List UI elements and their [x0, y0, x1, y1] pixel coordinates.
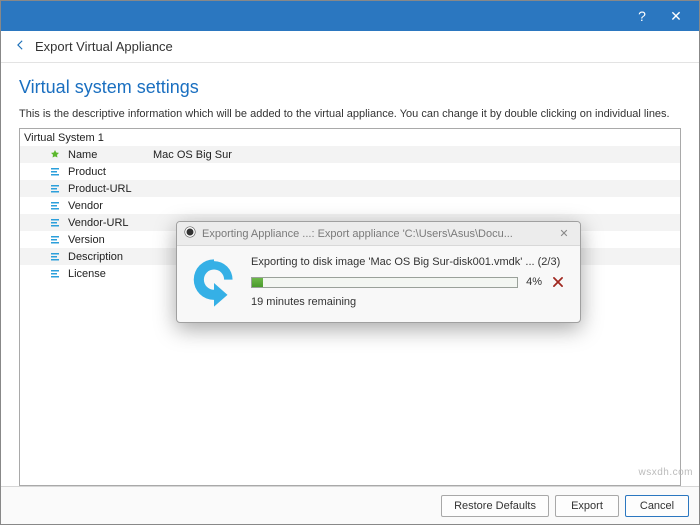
section-heading: Virtual system settings: [19, 77, 681, 98]
export-button[interactable]: Export: [555, 495, 619, 517]
system-group-label: Virtual System 1: [24, 132, 104, 144]
cancel-icon[interactable]: [550, 274, 566, 290]
row-label: Product-URL: [68, 183, 153, 195]
export-wizard-window: ? ✕ Export Virtual Appliance Virtual sys…: [0, 0, 700, 525]
help-button[interactable]: ?: [625, 1, 659, 31]
table-row[interactable]: Product-URL: [20, 180, 680, 197]
text-icon: [48, 182, 62, 196]
button-bar: Restore Defaults Export Cancel: [1, 486, 699, 524]
dialog-task-text: Exporting to disk image 'Mac OS Big Sur-…: [251, 256, 566, 268]
app-icon: [183, 225, 197, 242]
row-label: Vendor-URL: [68, 217, 153, 229]
close-button[interactable]: ✕: [659, 1, 693, 31]
window-titlebar: ? ✕: [1, 1, 699, 31]
table-row[interactable]: Name Mac OS Big Sur: [20, 146, 680, 163]
row-value: Mac OS Big Sur: [153, 149, 232, 161]
progress-dialog: Exporting Appliance ...: Export applianc…: [176, 221, 581, 323]
table-row[interactable]: Vendor: [20, 197, 680, 214]
progress-fill: [252, 278, 263, 287]
dialog-title: Exporting Appliance ...: Export applianc…: [202, 228, 513, 240]
wizard-header: Export Virtual Appliance: [1, 31, 699, 63]
table-row[interactable]: Product: [20, 163, 680, 180]
progress-bar: [251, 277, 518, 288]
text-icon: [48, 267, 62, 281]
time-remaining: 19 minutes remaining: [251, 296, 566, 308]
system-group-row[interactable]: Virtual System 1: [20, 129, 680, 146]
back-arrow-icon[interactable]: [13, 38, 27, 55]
text-icon: [48, 233, 62, 247]
export-arrow-icon: [187, 256, 241, 310]
text-icon: [48, 250, 62, 264]
dialog-body: Exporting to disk image 'Mac OS Big Sur-…: [177, 246, 580, 322]
cancel-button[interactable]: Cancel: [625, 495, 689, 517]
dialog-titlebar: Exporting Appliance ...: Export applianc…: [177, 222, 580, 246]
text-icon: [48, 199, 62, 213]
row-label: Product: [68, 166, 153, 178]
watermark: wsxdh.com: [638, 467, 693, 478]
row-label: Version: [68, 234, 153, 246]
dialog-close-button[interactable]: ✕: [554, 224, 574, 244]
name-icon: [48, 148, 62, 162]
section-description: This is the descriptive information whic…: [19, 108, 681, 120]
restore-defaults-button[interactable]: Restore Defaults: [441, 495, 549, 517]
row-label: Name: [68, 149, 153, 161]
text-icon: [48, 216, 62, 230]
wizard-title: Export Virtual Appliance: [35, 39, 173, 54]
text-icon: [48, 165, 62, 179]
row-label: Description: [68, 251, 153, 263]
progress-percent: 4%: [526, 276, 542, 288]
row-label: License: [68, 268, 153, 280]
row-label: Vendor: [68, 200, 153, 212]
